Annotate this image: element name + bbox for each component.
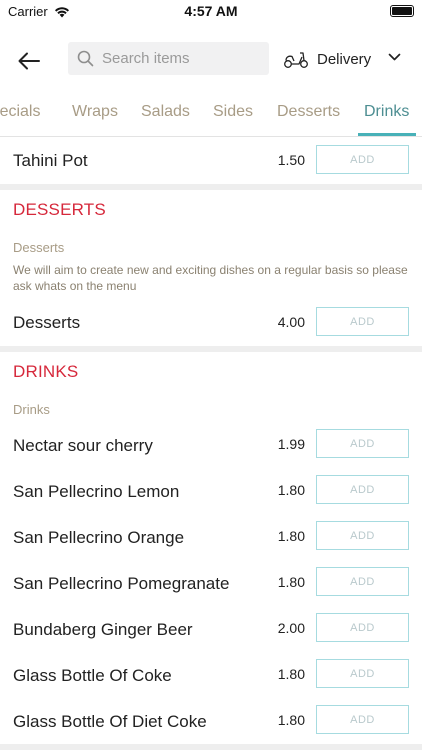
back-button[interactable] [12,44,46,78]
menu-item-row: San Pellecrino Orange 1.80 ADD [0,520,422,556]
item-price: 1.80 [277,574,305,590]
status-time: 4:57 AM [184,3,238,19]
tab-desserts[interactable]: Desserts [277,103,340,121]
item-price: 1.80 [277,666,305,682]
item-price: 1.99 [277,436,305,452]
back-arrow-icon [18,52,40,70]
item-name: San Pellecrino Pomegranate [13,574,230,593]
menu-item-row: Glass Bottle Of Diet Coke 1.80 ADD [0,704,422,740]
delivery-select[interactable]: Delivery [283,44,413,74]
search-input[interactable] [102,50,252,67]
add-button[interactable]: ADD [316,145,409,174]
item-price: 4.00 [277,314,305,330]
scooter-icon [284,52,308,68]
menu-item-row: Desserts 4.00 ADD [0,305,422,341]
tab-sides[interactable]: Sides [213,103,253,121]
add-button[interactable]: ADD [316,705,409,734]
section-title-desserts: DESSERTS [13,200,106,219]
tab-salads[interactable]: Salads [141,103,190,121]
delivery-label: Delivery [317,50,372,68]
item-price: 1.80 [277,528,305,544]
item-name: San Pellecrino Lemon [13,482,180,501]
tab-drinks[interactable]: Drinks [364,103,409,121]
category-subtitle: Desserts [13,240,65,255]
item-name: San Pellecrino Orange [13,528,185,547]
section-divider [0,184,422,190]
active-tab-indicator [358,133,416,136]
add-button[interactable]: ADD [316,659,409,688]
item-name: Bundaberg Ginger Beer [13,620,193,639]
category-tabs: Specials Wraps Salads Sides Desserts Dri… [0,93,422,137]
menu-item-row: Glass Bottle Of Coke 1.80 ADD [0,658,422,694]
tab-specials[interactable]: Specials [0,103,40,121]
add-button[interactable]: ADD [316,307,409,336]
add-button[interactable]: ADD [316,613,409,642]
menu-item-row: Nectar sour cherry 1.99 ADD [0,428,422,464]
item-name: Nectar sour cherry [13,436,153,455]
search-box[interactable] [68,42,269,75]
menu-item-row: San Pellecrino Pomegranate 1.80 ADD [0,566,422,602]
menu-item-row: Tahini Pot 1.50 ADD [0,143,422,183]
category-subtitle: Drinks [13,402,50,417]
add-button[interactable]: ADD [316,475,409,504]
section-title-drinks: DRINKS [13,362,79,381]
item-price: 1.80 [277,482,305,498]
item-name: Desserts [13,313,81,332]
section-divider [0,346,422,352]
add-button[interactable]: ADD [316,521,409,550]
item-price: 2.00 [277,620,305,636]
menu-item-row: San Pellecrino Lemon 1.80 ADD [0,474,422,510]
item-price: 1.80 [277,712,305,728]
tab-wraps[interactable]: Wraps [72,103,118,121]
status-bar: Carrier 4:57 AM [0,0,422,24]
add-button[interactable]: ADD [316,567,409,596]
top-bar: Delivery [0,40,422,80]
search-icon [77,50,94,67]
item-name: Glass Bottle Of Coke [13,666,172,685]
item-name: Tahini Pot [13,151,88,170]
menu-item-row: Bundaberg Ginger Beer 2.00 ADD [0,612,422,648]
item-name: Glass Bottle Of Diet Coke [13,712,207,731]
battery-icon [390,5,414,17]
section-divider [0,744,422,750]
add-button[interactable]: ADD [316,429,409,458]
category-description: We will aim to create new and exciting d… [13,263,408,293]
item-price: 1.50 [277,152,305,168]
chevron-down-icon [388,53,401,61]
